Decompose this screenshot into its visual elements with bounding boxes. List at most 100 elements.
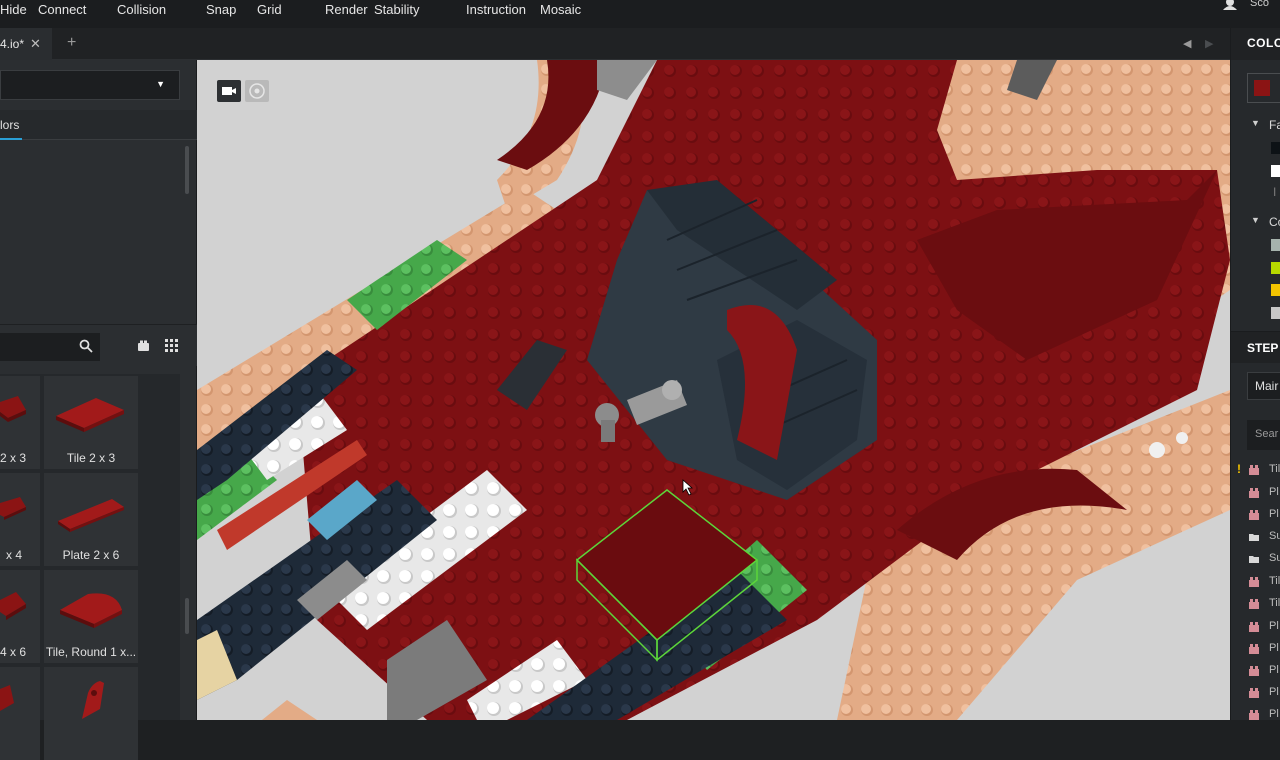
step-item-label: Pl xyxy=(1269,508,1279,520)
brick-card[interactable] xyxy=(0,667,40,760)
brick-thumbnail xyxy=(60,593,122,628)
tab-label: 4.io* xyxy=(0,37,25,51)
step-item[interactable]: Su xyxy=(1231,549,1280,571)
step-item[interactable]: Pl xyxy=(1231,661,1280,683)
color-swatch[interactable] xyxy=(1271,262,1280,274)
brick-view-icon[interactable] xyxy=(137,339,150,352)
camera-button[interactable] xyxy=(217,80,241,102)
color-group-extra: I xyxy=(1273,185,1277,199)
orbit-button[interactable] xyxy=(245,80,269,102)
menu-render[interactable]: Render xyxy=(325,2,368,17)
step-item-label: Pl xyxy=(1269,620,1279,632)
step-item[interactable]: Til xyxy=(1231,594,1280,616)
step-panel-title: STEP xyxy=(1247,341,1279,355)
search-icon[interactable] xyxy=(79,339,93,353)
current-color-swatch xyxy=(1254,80,1270,96)
color-panel-title: COLO xyxy=(1247,36,1280,50)
folder-icon xyxy=(1249,556,1259,563)
step-panel-header: STEP xyxy=(1231,331,1280,363)
lego-model-render xyxy=(197,60,1230,720)
tab-file[interactable]: 4.io* ✕ xyxy=(0,28,52,60)
scrollbar[interactable] xyxy=(185,598,189,634)
brick-icon xyxy=(1249,710,1259,720)
brick-icon xyxy=(1249,644,1259,654)
brick-card[interactable]: 4 x 6 xyxy=(0,570,40,663)
step-item[interactable]: Pl xyxy=(1231,483,1280,505)
color-swatch[interactable] xyxy=(1271,142,1280,154)
step-dropdown-label: Mair xyxy=(1255,379,1279,393)
step-item[interactable]: Til xyxy=(1231,572,1280,594)
brick-card[interactable]: x 4 xyxy=(0,473,40,566)
brick-list: 2 x 3 Tile 2 x 3 x 4 Plate 2 x 6 4 x 6 T… xyxy=(0,374,180,760)
tab-colors-label: lors xyxy=(0,118,20,132)
active-tab-indicator xyxy=(0,138,22,140)
brick-icon xyxy=(1249,488,1259,498)
brick-icon xyxy=(1249,599,1259,609)
menu-mosaic[interactable]: Mosaic xyxy=(540,2,581,17)
chevron-left-icon[interactable]: ◀ xyxy=(1183,37,1191,50)
color-swatch[interactable] xyxy=(1271,284,1280,296)
step-item-label: Pl xyxy=(1269,486,1279,498)
brick-label: Tile 2 x 3 xyxy=(66,451,116,465)
step-item-label: Pl xyxy=(1269,708,1279,720)
menu-stability[interactable]: Stability xyxy=(374,2,420,17)
menu-connect[interactable]: Connect xyxy=(38,2,86,17)
step-item[interactable]: Pl xyxy=(1231,639,1280,661)
brick-card[interactable]: 2 x 3 xyxy=(0,376,40,469)
menu-grid[interactable]: Grid xyxy=(257,2,282,17)
step-search-input[interactable]: Sear xyxy=(1247,420,1280,450)
brick-label: 2 x 3 xyxy=(0,451,27,465)
brick-card[interactable]: Plate 2 x 6 xyxy=(44,473,138,566)
brick-card[interactable] xyxy=(44,667,138,760)
menu-snap[interactable]: Snap xyxy=(206,2,236,17)
step-item[interactable]: Pl xyxy=(1231,683,1280,705)
step-item[interactable]: Pl xyxy=(1231,705,1280,727)
step-dropdown[interactable]: Mair xyxy=(1247,372,1280,400)
scrollbar[interactable] xyxy=(185,146,189,194)
brick-icon xyxy=(1249,666,1259,676)
color-swatch[interactable] xyxy=(1271,165,1280,177)
step-item[interactable]: Su xyxy=(1231,527,1280,549)
step-item[interactable]: Pl xyxy=(1231,505,1280,527)
brick-card[interactable]: Tile, Round 1 x... xyxy=(44,570,138,663)
tab-colors[interactable]: lors xyxy=(0,110,197,140)
brick-thumbnail xyxy=(58,499,124,532)
step-item-label: Su xyxy=(1269,530,1280,542)
color-panel-header: COLO xyxy=(1231,28,1280,60)
add-tab-icon[interactable]: + xyxy=(67,34,76,52)
color-group-label: Fa xyxy=(1269,118,1280,132)
palette-dropdown[interactable]: ▼ xyxy=(0,70,180,100)
close-icon[interactable]: ✕ xyxy=(30,36,41,52)
color-swatch[interactable] xyxy=(1271,239,1280,251)
menu-instruction[interactable]: Instruction xyxy=(466,2,526,17)
menu-hide[interactable]: Hide xyxy=(0,2,27,17)
grid-view-icon[interactable] xyxy=(165,339,178,352)
brick-thumbnail xyxy=(0,497,26,520)
step-item-label: Til xyxy=(1269,575,1280,587)
step-item-label: Pl xyxy=(1269,642,1279,654)
menu-collision[interactable]: Collision xyxy=(117,2,166,17)
folder-icon xyxy=(1249,534,1259,541)
color-group-label: Co xyxy=(1269,215,1280,229)
user-icon[interactable] xyxy=(1222,0,1238,10)
brick-thumbnail xyxy=(56,398,124,432)
step-item-label: Pl xyxy=(1269,664,1279,676)
user-name[interactable]: Sco xyxy=(1250,0,1269,9)
brick-thumbnail xyxy=(0,685,14,711)
chevron-right-icon[interactable]: ▶ xyxy=(1205,37,1213,50)
tab-bar: 4.io* ✕ + ◀ ▶ xyxy=(0,28,1230,60)
orbit-icon xyxy=(249,83,265,99)
brick-label: Plate 2 x 6 xyxy=(62,548,120,562)
brick-card[interactable]: Tile 2 x 3 xyxy=(44,376,138,469)
color-swatch[interactable] xyxy=(1271,307,1280,319)
step-item[interactable]: Pl xyxy=(1231,617,1280,639)
3d-viewport[interactable] xyxy=(197,60,1230,720)
current-color-picker[interactable] xyxy=(1247,73,1280,103)
left-panel: ▼ lors 2 x 3 Tile 2 x 3 x 4 Plate 2 x 6 … xyxy=(0,60,197,760)
brick-label: 4 x 6 xyxy=(0,645,27,659)
camera-icon xyxy=(222,87,236,95)
step-item[interactable]: ! Til xyxy=(1231,460,1280,482)
step-search-placeholder: Sear xyxy=(1255,428,1279,440)
step-item-label: Su xyxy=(1269,552,1280,564)
brick-search-row xyxy=(0,324,197,366)
